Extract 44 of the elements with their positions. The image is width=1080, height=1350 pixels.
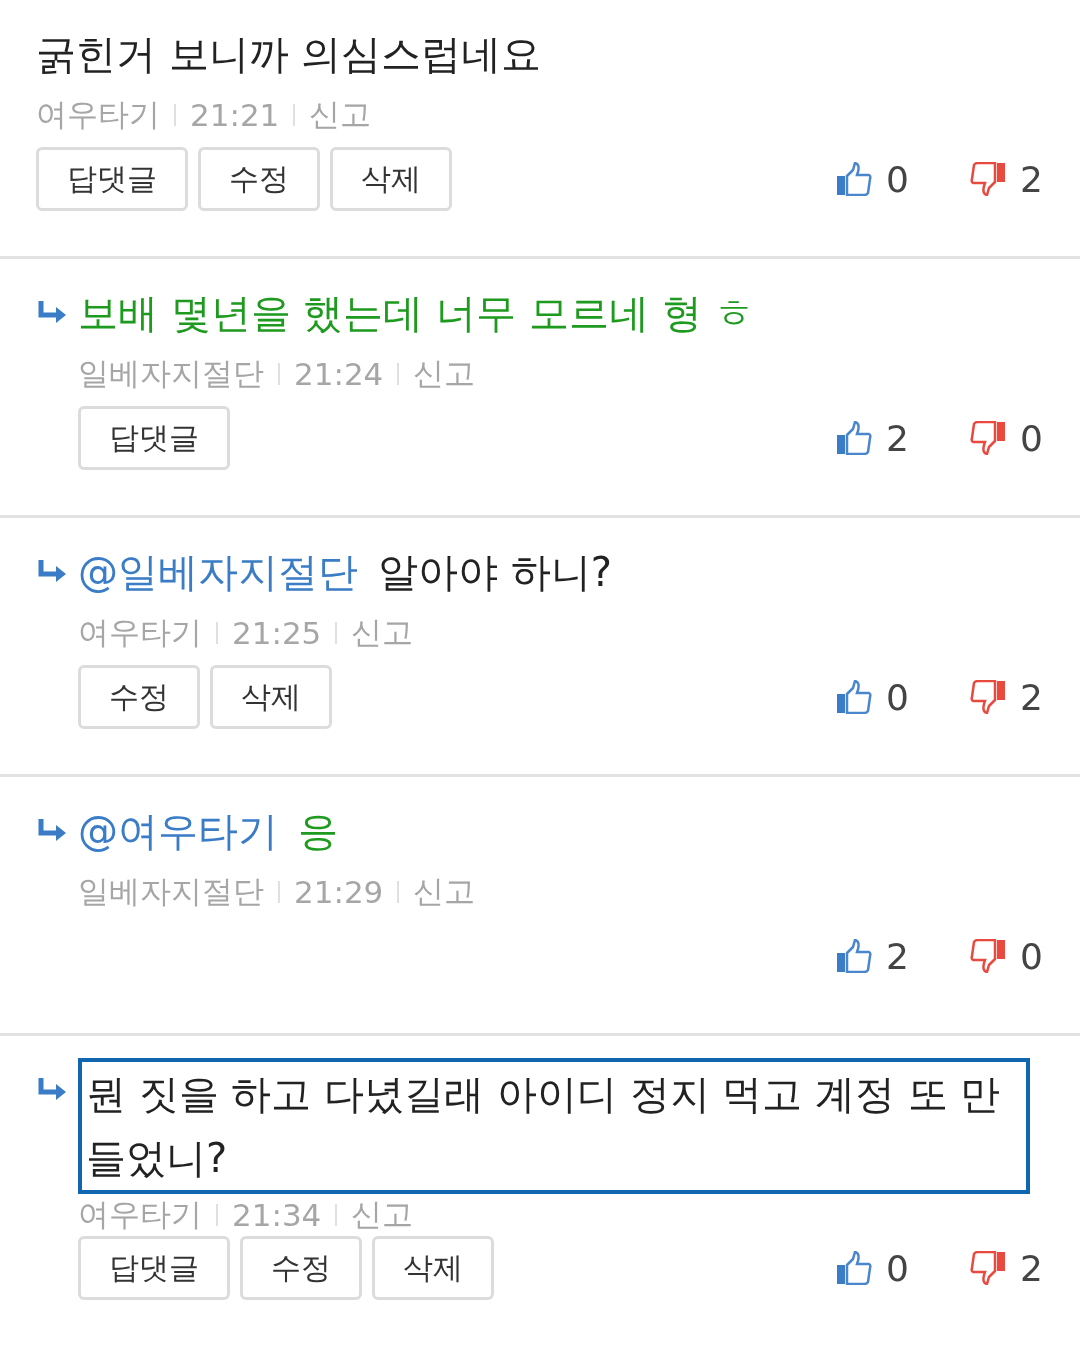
like-count: 0 <box>886 158 910 200</box>
dislike-count: 2 <box>1020 1247 1044 1289</box>
author-name: 여우타기 <box>36 95 160 134</box>
author-name: 일베자지절단 <box>78 872 264 911</box>
thumbs-down-icon[interactable] <box>970 421 1006 455</box>
comment-action-button[interactable]: 삭제 <box>210 665 332 729</box>
comment-text: 굵힌거 보니까 의심스럽네요 <box>36 30 543 79</box>
thumbs-down-icon[interactable] <box>970 939 1006 973</box>
comment-time: 21:24 <box>294 356 384 392</box>
like-count: 2 <box>886 417 910 459</box>
dislike-count: 0 <box>1020 935 1044 977</box>
like-count: 0 <box>886 1247 910 1289</box>
comment-action-button[interactable]: 삭제 <box>372 1236 494 1300</box>
comment-action-button[interactable]: 답댓글 <box>78 406 230 470</box>
dislike-count: 2 <box>1020 158 1044 200</box>
thumbs-up-icon[interactable] <box>836 1251 872 1285</box>
comment-text: 보배 몇년을 했는데 너무 모르네 형 ㅎ <box>78 289 756 338</box>
like-count: 2 <box>886 935 910 977</box>
dislike-count: 0 <box>1020 417 1044 459</box>
thumbs-down-icon[interactable] <box>970 1251 1006 1285</box>
comment-text: 뭔 짓을 하고 다녔길래 아이디 정지 먹고 계정 또 만들었니? <box>78 1058 1030 1194</box>
thumbs-up-icon[interactable] <box>836 680 872 714</box>
comment-action-button[interactable]: 답댓글 <box>78 1236 230 1300</box>
comment-time: 21:29 <box>294 874 384 910</box>
like-count: 0 <box>886 676 910 718</box>
comment-action-button[interactable]: 수정 <box>78 665 200 729</box>
thumbs-down-icon[interactable] <box>970 162 1006 196</box>
author-name: 일베자지절단 <box>78 354 264 393</box>
thumbs-up-icon[interactable] <box>836 162 872 196</box>
author-name: 여우타기 <box>78 613 202 652</box>
comment-text: @여우타기 응 <box>78 807 339 856</box>
comment-action-button[interactable]: 삭제 <box>330 147 452 211</box>
comment-time: 21:21 <box>190 97 280 133</box>
comment-action-button[interactable]: 수정 <box>198 147 320 211</box>
thumbs-up-icon[interactable] <box>836 421 872 455</box>
comment-action-button[interactable]: 수정 <box>240 1236 362 1300</box>
comment-time: 21:25 <box>232 615 322 651</box>
comment-action-button[interactable]: 답댓글 <box>36 147 188 211</box>
comment-time: 21:34 <box>232 1197 322 1233</box>
dislike-count: 2 <box>1020 676 1044 718</box>
comment-text: @일베자지절단 알아야 하니? <box>78 548 613 597</box>
author-name: 여우타기 <box>78 1195 202 1234</box>
thumbs-up-icon[interactable] <box>836 939 872 973</box>
thumbs-down-icon[interactable] <box>970 680 1006 714</box>
